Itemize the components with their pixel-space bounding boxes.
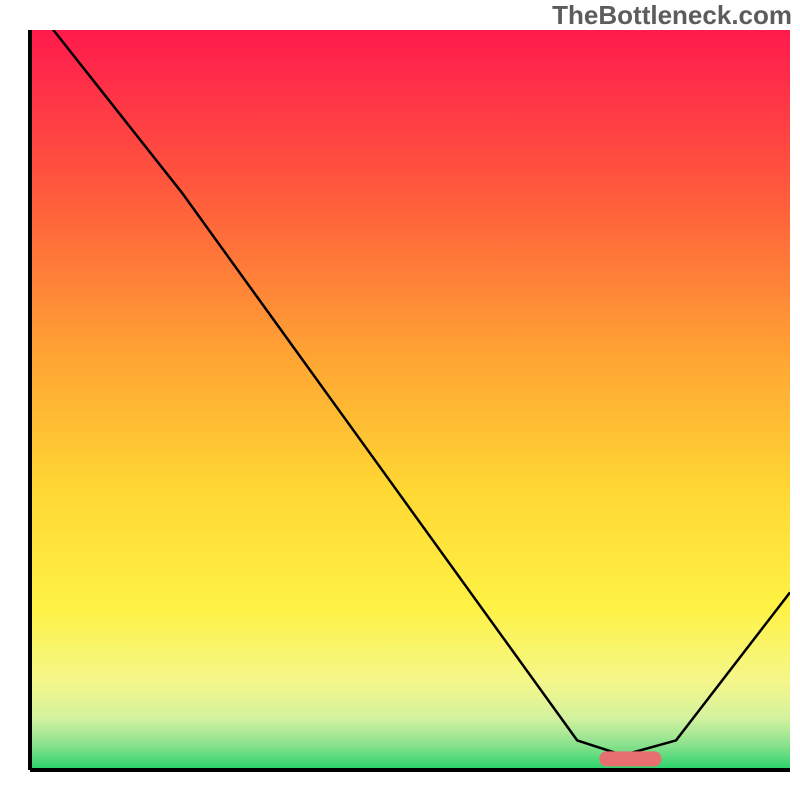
chart-container: TheBottleneck.com xyxy=(0,0,800,800)
gradient-background xyxy=(30,30,790,770)
optimal-marker xyxy=(599,751,661,766)
bottleneck-chart xyxy=(0,0,800,800)
watermark-text: TheBottleneck.com xyxy=(552,0,792,31)
